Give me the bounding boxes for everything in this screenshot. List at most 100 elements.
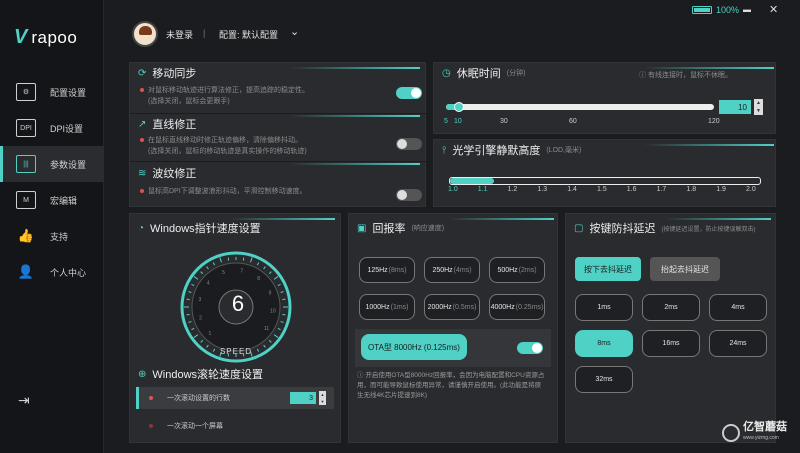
angle-snap-title: 直线修正 — [152, 119, 197, 131]
profile-settings-icon: ⚙ — [16, 83, 36, 101]
dial-tick — [263, 266, 266, 270]
keyboard-icon: ▢ — [574, 222, 584, 234]
sidebar-item-dpi[interactable]: DPI DPI设置 — [0, 110, 104, 146]
motion-sync-desc2: (选择关闭，鼠标会更跟手) — [148, 98, 230, 105]
sidebar-item-label: DPI设置 — [50, 123, 84, 134]
thumbs-up-icon: 👍 — [17, 228, 35, 243]
lines-decrement-icon[interactable]: ▼ — [319, 398, 326, 405]
config-selector-label[interactable]: 配置: 默认配置 — [219, 28, 278, 41]
ota-row: OTA型 8000Hz (0.125ms) — [355, 329, 551, 367]
motion-sync-toggle[interactable] — [396, 87, 422, 99]
sidebar-item-support[interactable]: 👍 支持 — [0, 218, 104, 254]
sleep-slider[interactable] — [446, 102, 714, 112]
latency-label: (0.5ms) — [452, 303, 477, 311]
polling-option-2000[interactable]: 2000Hz (0.5ms) — [424, 294, 480, 320]
chevron-down-icon[interactable]: ⌄ — [290, 25, 299, 38]
sleep-slider-knob[interactable] — [454, 102, 464, 112]
lod-tick-label: 1.9 — [716, 186, 726, 193]
pointer-speed-panel: ◔ Windows指针速度设置 1 2 3 4 5 7 8 9 10 11 6 SPEED ⊕ W… — [129, 213, 341, 443]
tab-release-debounce[interactable]: 抬起去抖延迟 — [650, 257, 720, 281]
angle-snap-header: ↗ 直线修正 — [130, 114, 196, 134]
debounce-option-16ms[interactable]: 16ms — [642, 330, 700, 357]
dial-tick-label: 11 — [264, 326, 269, 332]
scroll-lines-input[interactable]: 3 — [290, 392, 316, 404]
sleep-tick-label: 10 — [454, 118, 462, 125]
ripple-desc: 鼠标高DPI下调整波浪形抖动，平滑控制移动速度。 — [148, 188, 307, 195]
polling-option-4000[interactable]: 4000Hz (0.25ms) — [489, 294, 545, 320]
dial-tick — [280, 321, 284, 323]
tab-press-debounce[interactable]: 按下去抖延迟 — [575, 257, 641, 281]
pointer-speed-value: 6 — [231, 291, 245, 316]
angle-snap-desc2: (选择关闭，鼠标的移动轨迹是真实操作的移动轨迹) — [148, 148, 307, 155]
battery-fill — [694, 8, 710, 12]
sidebar-item-macro[interactable]: M 宏编辑 — [0, 182, 104, 218]
debounce-option-1ms[interactable]: 1ms — [575, 294, 633, 321]
rate-label: 2000Hz — [427, 303, 452, 311]
sidebar-item-label: 配置设置 — [50, 87, 87, 98]
ota-note: 开启使用OTA型8000Hz回报率，会因为电脑配置和CPU资源占用，而可能导致鼠… — [357, 372, 545, 399]
login-status[interactable]: 未登录 — [166, 28, 193, 41]
collapse-sidebar-icon[interactable]: ⇥ — [18, 392, 30, 409]
close-button[interactable]: ✕ — [769, 3, 778, 16]
debounce-panel: ▢ 按键防抖延迟 (按键延迟设置，防止按键误触双击) 按下去抖延迟 抬起去抖延迟… — [565, 213, 776, 443]
latency-label: (1ms) — [390, 303, 409, 311]
dpi-icon: DPI — [16, 119, 36, 137]
dial-tick-label: 2 — [199, 315, 202, 321]
polling-option-125[interactable]: 125Hz (8ms) — [359, 257, 415, 283]
ripple-toggle[interactable] — [396, 189, 422, 201]
ota-8000-button[interactable]: OTA型 8000Hz (0.125ms) — [361, 334, 467, 360]
dial-tick-label: 1 — [208, 331, 211, 337]
debounce-option-8ms[interactable]: 8ms — [575, 330, 633, 357]
ota-toggle[interactable] — [517, 342, 543, 354]
dial-tick — [212, 262, 216, 266]
scroll-option-screen[interactable]: 一次滚动一个屏幕 — [136, 415, 334, 437]
scroll-option-lines[interactable]: 一次滚动设置的行数 3 ▲ ▼ — [136, 387, 334, 409]
dial-tick-label: 9 — [269, 290, 272, 296]
lod-unit: (LOD,毫米) — [546, 147, 582, 154]
debounce-option-24ms[interactable]: 24ms — [709, 330, 767, 357]
sidebar-item-label: 个人中心 — [50, 267, 87, 278]
debounce-option-2ms[interactable]: 2ms — [642, 294, 700, 321]
dial-tick — [188, 321, 192, 323]
parameter-icon: ||| — [16, 155, 36, 173]
lod-slider[interactable] — [449, 177, 761, 185]
dial-tick — [280, 291, 284, 293]
sidebar-item-user-center[interactable]: 👤 个人中心 — [0, 254, 104, 290]
lines-increment-icon[interactable]: ▲ — [319, 391, 326, 398]
sleep-tick-label: 60 — [569, 118, 577, 125]
rate-label: 125Hz — [367, 266, 388, 274]
sidebar-item-parameters[interactable]: ||| 参数设置 — [0, 146, 104, 182]
latency-label: (8ms) — [388, 266, 407, 274]
lod-tick-label: 1.7 — [656, 186, 667, 193]
angle-snap-toggle[interactable] — [396, 138, 422, 150]
avatar[interactable] — [132, 21, 158, 47]
dial-tick-label: 5 — [222, 270, 225, 276]
sleep-title: 休眠时间 — [456, 68, 501, 80]
ripple-header: ≋ 波纹修正 — [130, 163, 196, 183]
minimize-button[interactable]: ▬ — [743, 5, 751, 14]
debounce-option-32ms[interactable]: 32ms — [575, 366, 633, 393]
polling-rate-panel: ▣ 回报率 (响应速度) 125Hz (8ms) 250Hz (4ms) 500Hz… — [348, 213, 558, 443]
sleep-decrement-icon[interactable]: ▼ — [754, 107, 763, 115]
dial-tick — [206, 266, 209, 270]
polling-header: ▣ 回报率 (响应速度) — [349, 214, 557, 242]
polling-option-1000[interactable]: 1000Hz (1ms) — [359, 294, 415, 320]
debounce-option-4ms[interactable]: 4ms — [709, 294, 767, 321]
sleep-value-input[interactable]: 10 — [719, 100, 751, 114]
lod-tick-label: 1.6 — [626, 186, 637, 193]
header-separator: | — [203, 28, 206, 38]
lod-title: 光学引擎静默高度 — [452, 145, 541, 157]
lod-tick-label: 1.5 — [597, 186, 607, 193]
polling-option-500[interactable]: 500Hz (2ms) — [489, 257, 545, 283]
sleep-tick-label: 30 — [500, 118, 508, 125]
sidebar-item-profile-settings[interactable]: ⚙ 配置设置 — [0, 74, 104, 110]
watermark-logo-icon — [722, 424, 740, 442]
polling-option-250[interactable]: 250Hz (4ms) — [424, 257, 480, 283]
radio-unselected-icon — [149, 424, 153, 428]
sidebar-item-label: 支持 — [50, 231, 69, 242]
lod-header: ⫯ 光学引擎静默高度 (LOD,毫米) — [434, 140, 775, 160]
sleep-increment-icon[interactable]: ▲ — [754, 99, 763, 107]
dial-tick — [256, 262, 260, 266]
sidebar-item-label: 宏编辑 — [50, 195, 78, 206]
correction-panel: ⟳ 移动同步 对鼠标移动轨迹进行算法修正，提高追踪的稳定性。 (选择关闭，鼠标会… — [129, 62, 427, 207]
